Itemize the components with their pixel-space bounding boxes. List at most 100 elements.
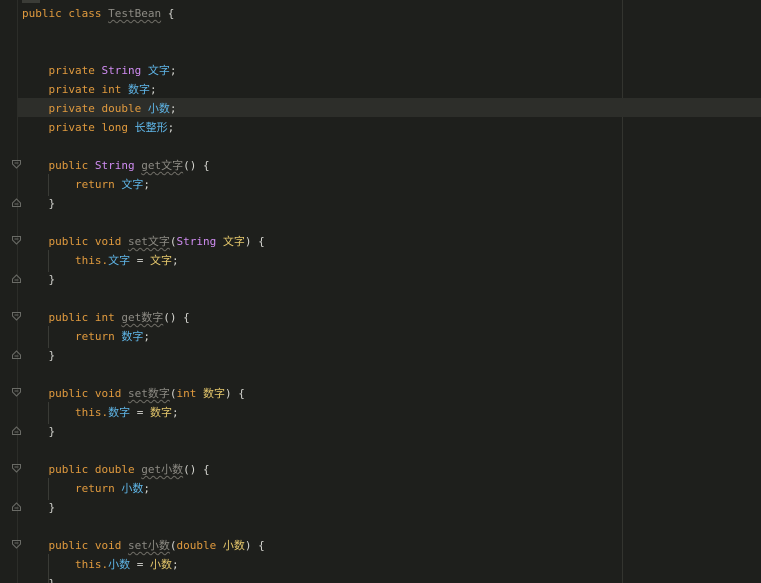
fold-close-icon[interactable] xyxy=(12,426,21,435)
code-line-assignment[interactable]: this.数字 = 数字; xyxy=(22,403,179,422)
field-name: 文字 xyxy=(147,64,170,77)
code-line-close-brace[interactable]: } xyxy=(22,194,56,213)
fold-open-icon[interactable] xyxy=(12,388,21,397)
type: double xyxy=(176,539,217,552)
type: double xyxy=(101,102,142,115)
brace: } xyxy=(48,197,56,210)
semicolon: ; xyxy=(143,330,150,343)
fold-close-icon[interactable] xyxy=(12,502,21,511)
code-line-close-brace[interactable]: } xyxy=(22,422,56,441)
brace: } xyxy=(48,349,56,362)
keyword: return xyxy=(74,178,115,191)
semicolon: ; xyxy=(171,558,179,571)
keyword: return xyxy=(74,482,115,495)
field-name: 数字 xyxy=(121,330,144,343)
code-editor[interactable]: public class TestBean { private String 文… xyxy=(0,0,761,583)
fold-close-icon[interactable] xyxy=(12,350,21,359)
code-line-field[interactable]: private long 长整形; xyxy=(22,118,175,137)
semicolon: ; xyxy=(169,64,177,77)
signature-tail: () { xyxy=(163,311,190,324)
semicolon: ; xyxy=(143,178,150,191)
keyword: public xyxy=(48,159,89,172)
brace: } xyxy=(48,273,56,286)
code-line-field[interactable]: private String 文字; xyxy=(22,61,177,80)
code-line-method-signature[interactable]: public int get数字() { xyxy=(22,308,190,327)
code-line-return[interactable]: return 小数; xyxy=(22,479,150,498)
field-name: 小数 xyxy=(121,482,144,495)
signature-tail: () { xyxy=(183,463,210,476)
semicolon: ; xyxy=(171,406,179,419)
code-line-method-signature[interactable]: public void set文字(String 文字) { xyxy=(22,232,265,251)
keyword: private xyxy=(48,83,95,96)
fold-open-icon[interactable] xyxy=(12,236,21,245)
type: int xyxy=(101,83,122,96)
type: long xyxy=(101,121,128,134)
parameter-name: 小数 xyxy=(222,539,245,552)
field-name: 小数 xyxy=(108,558,131,571)
fold-open-icon[interactable] xyxy=(12,540,21,549)
code-line-assignment[interactable]: this.文字 = 文字; xyxy=(22,251,179,270)
keyword: private xyxy=(48,102,95,115)
code-line-field[interactable]: private double 小数; xyxy=(22,99,177,118)
editor-gutter[interactable] xyxy=(0,0,18,583)
keyword: this. xyxy=(74,254,109,267)
brace: } xyxy=(48,501,56,514)
code-line-close-brace[interactable]: } xyxy=(22,574,56,583)
code-line-method-signature[interactable]: public String get文字() { xyxy=(22,156,210,175)
signature-tail: ) { xyxy=(224,387,245,400)
fold-close-icon[interactable] xyxy=(12,198,21,207)
code-line-return[interactable]: return 文字; xyxy=(22,175,150,194)
code-line-assignment[interactable]: this.小数 = 小数; xyxy=(22,555,179,574)
keyword: public void xyxy=(48,539,122,552)
code-line-class-declaration[interactable]: public class TestBean { xyxy=(22,4,174,23)
method-name: set文字 xyxy=(127,235,170,248)
code-line-method-signature[interactable]: public void set小数(double 小数) { xyxy=(22,536,265,555)
field-name: 数字 xyxy=(127,83,150,96)
code-line-field[interactable]: private int 数字; xyxy=(22,80,157,99)
semicolon: ; xyxy=(143,482,150,495)
operator: = xyxy=(130,406,150,419)
field-name: 文字 xyxy=(121,178,144,191)
parameter-name: 小数 xyxy=(149,558,172,571)
code-line-close-brace[interactable]: } xyxy=(22,346,56,365)
parameter-name: 文字 xyxy=(222,235,245,248)
right-margin-guide xyxy=(622,0,623,583)
field-name: 数字 xyxy=(108,406,131,419)
keyword: public int xyxy=(48,311,115,324)
fold-open-icon[interactable] xyxy=(12,464,21,473)
method-name: get文字 xyxy=(141,159,184,172)
signature-tail: ) { xyxy=(244,539,265,552)
keyword: private xyxy=(48,64,95,77)
keyword: public void xyxy=(48,387,122,400)
code-line-close-brace[interactable]: } xyxy=(22,498,56,517)
code-line-return[interactable]: return 数字; xyxy=(22,327,150,346)
type: String xyxy=(101,64,142,77)
semicolon: ; xyxy=(167,121,175,134)
signature-tail: () { xyxy=(183,159,210,172)
code-line-method-signature[interactable]: public double get小数() { xyxy=(22,460,210,479)
brace: { xyxy=(167,7,175,20)
method-name: set小数 xyxy=(127,539,170,552)
keyword: return xyxy=(74,330,115,343)
parameter-name: 数字 xyxy=(202,387,225,400)
signature-tail: ) { xyxy=(244,235,265,248)
field-name: 小数 xyxy=(147,102,170,115)
keyword: public void xyxy=(48,235,122,248)
operator: = xyxy=(130,254,150,267)
scroll-marker xyxy=(22,0,40,3)
keyword: public double xyxy=(48,463,135,476)
semicolon: ; xyxy=(171,254,179,267)
type: String xyxy=(176,235,217,248)
fold-open-icon[interactable] xyxy=(12,312,21,321)
method-name: get小数 xyxy=(141,463,184,476)
code-line-close-brace[interactable]: } xyxy=(22,270,56,289)
keyword: public class xyxy=(22,7,102,20)
parameter-name: 数字 xyxy=(149,406,172,419)
fold-close-icon[interactable] xyxy=(12,274,21,283)
keyword: private xyxy=(48,121,95,134)
fold-open-icon[interactable] xyxy=(12,160,21,169)
code-line-method-signature[interactable]: public void set数字(int 数字) { xyxy=(22,384,245,403)
field-name: 长整形 xyxy=(134,121,168,134)
method-name: get数字 xyxy=(121,311,164,324)
class-name: TestBean xyxy=(108,7,162,20)
